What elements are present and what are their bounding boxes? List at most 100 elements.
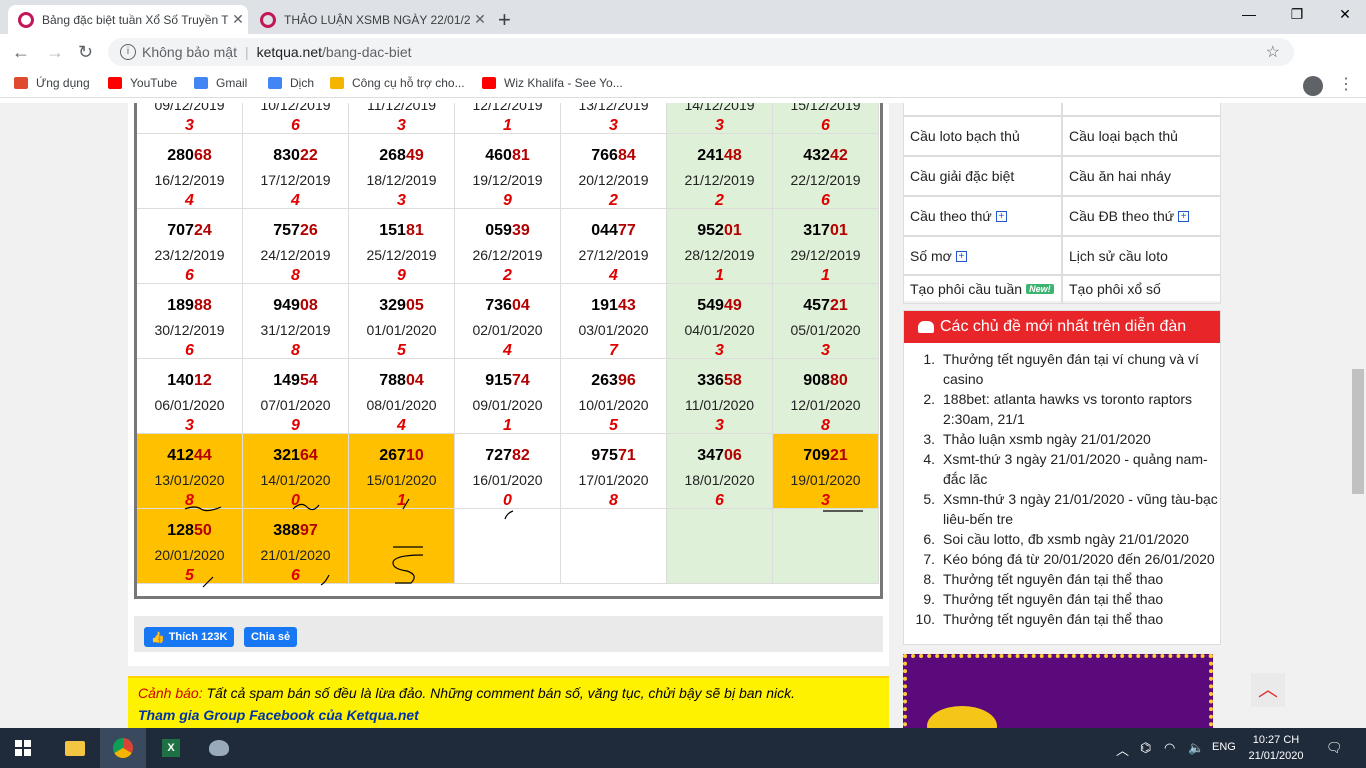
wifi-icon[interactable]: ◠ [1164,740,1175,756]
prize-number: 14012 [137,372,242,390]
expand-plus-icon[interactable]: + [955,250,967,262]
sidebar-link[interactable]: Cầu theo thứ + [903,196,1062,236]
number-tail: 96 [617,372,636,389]
number-head: 432 [803,147,830,164]
prize-number: 95201 [667,222,772,240]
draw-date: 25/12/2019 [366,247,437,263]
casino-ad-banner[interactable] [903,654,1213,728]
close-window-button[interactable]: ✕ [1330,6,1360,23]
sidebar-link[interactable]: Số mơ + [903,236,1062,276]
bookmark-item[interactable]: Công cụ hỗ trợ cho... [330,76,465,90]
excel-icon[interactable]: X [148,728,194,768]
bookmark-item[interactable]: YouTube [108,76,177,90]
sidebar-link[interactable]: Tạo phôi xổ số [1062,274,1221,304]
fb-share-button[interactable]: Chia sẻ [244,627,298,647]
number-head: 336 [697,372,724,389]
number-head: 317 [803,222,830,239]
digit-sum: 1 [503,417,512,434]
forum-topic-item[interactable]: 6. Soi cầu lotto, đb xsmb ngày 21/01/2020 [912,529,1218,549]
draw-date: 20/12/2019 [578,172,649,188]
chrome-icon[interactable] [100,728,146,768]
draw-date: 14/01/2020 [260,472,331,488]
close-tab-icon[interactable]: ✕ [228,11,248,28]
prize-cell: 26710 15/01/2020 1 [349,434,455,509]
notification-icon[interactable]: 🗨 [1326,740,1343,756]
prize-cell: 45721 05/01/2020 3 [773,284,879,359]
draw-date: 11/01/2020 [684,397,755,413]
forum-topic-item[interactable]: 2. 188bet: atlanta hawks vs toronto rapto… [912,389,1218,429]
prize-cell: 12/12/2019 1 [455,103,561,134]
address-bar[interactable]: i Không bảo mật | ketqua.net /bang-dac-b… [108,38,1294,66]
tab-bang-dac-biet[interactable]: Bảng đặc biệt tuần Xổ Số Truyền Thống ✕ [8,5,248,34]
sidebar-link[interactable]: Cầu loại bạch thủ [1062,116,1221,156]
forum-topic-item[interactable]: 5. Xsmn-thứ 3 ngày 21/01/2020 - vũng tàu-… [912,489,1218,529]
prize-cell [561,509,667,584]
scroll-to-top-button[interactable]: ︿ [1251,673,1285,707]
facebook-group-link[interactable]: Tham gia Group Facebook của Ketqua.net [138,704,879,726]
bookmark-item[interactable]: Dịch [268,76,314,90]
topic-title: Xsmn-thứ 3 ngày 21/01/2020 - vũng tàu-bạ… [943,491,1218,527]
share-label: Chia sẻ [251,631,291,643]
paint-icon[interactable] [196,728,242,768]
info-icon[interactable]: i [120,44,136,60]
maximize-button[interactable]: ❐ [1282,6,1312,23]
forum-topic-item[interactable]: 7. Kéo bóng đá từ 20/01/2020 đến 26/01/20… [912,549,1218,569]
sidebar-link[interactable]: Cầu ĐB theo thứ + [1062,196,1221,236]
digit-sum: 3 [609,117,618,134]
bookmark-item[interactable]: Ứng dụng [14,76,90,90]
minimize-button[interactable]: — [1234,6,1264,22]
draw-date: 09/12/2019 [154,103,225,113]
tab-thao-luan[interactable]: THẢO LUẬN XSMB NGÀY 22/01/2020 ✕ [250,5,490,34]
volume-icon[interactable]: 🔈 [1188,740,1204,756]
windows-icon [15,740,31,756]
fb-like-button[interactable]: 👍 Thích 123K [144,627,235,647]
bookmark-item[interactable]: Gmail [194,76,247,90]
reload-icon[interactable]: ↻ [78,42,93,63]
number-tail: 54 [299,372,318,389]
clock[interactable]: 10:27 CH 21/01/2020 [1246,732,1306,764]
forum-topic-item[interactable]: 10. Thưởng tết nguyên đán tại thể thao [912,609,1218,629]
prize-number: 94908 [243,297,348,315]
new-tab-button[interactable]: + [498,7,511,33]
forum-topic-item[interactable]: 8. Thưởng tết nguyên đán tại thể thao [912,569,1218,589]
number-head: 347 [697,447,724,464]
sidebar-link[interactable]: Cầu giải đặc biệt [903,156,1062,196]
forum-topic-item[interactable]: 4. Xsmt-thứ 3 ngày 21/01/2020 - quảng nam… [912,449,1218,489]
back-icon[interactable]: ← [12,42,30,63]
language-indicator[interactable]: ENG [1212,741,1236,753]
digit-sum: 8 [821,417,830,434]
expand-plus-icon[interactable]: + [1178,210,1190,222]
digit-sum: 6 [291,117,300,134]
scrollbar-thumb[interactable] [1352,369,1364,494]
forum-topic-item[interactable]: 3. Thảo luận xsmb ngày 21/01/2020 [912,429,1218,449]
forum-topic-item[interactable]: 9. Thưởng tết nguyên đán tại thể thao [912,589,1218,609]
prize-number: 34706 [667,447,772,465]
sidebar-link[interactable]: Cầu loto bạch thủ [903,116,1062,156]
prize-cell: 95201 28/12/2019 1 [667,209,773,284]
forum-topic-item[interactable]: 1. Thưởng tết nguyên đán tại ví chung và … [912,349,1218,389]
bookmark-favicon-icon [268,77,282,89]
prize-number: 19143 [561,297,666,315]
bookmark-star-icon[interactable]: ☆ [1266,42,1280,62]
start-button[interactable] [0,728,46,768]
tray-arrow-icon[interactable]: ︿ [1116,740,1129,759]
forward-icon[interactable]: → [46,42,64,63]
clock-time: 10:27 CH [1252,734,1300,746]
file-explorer-icon[interactable] [52,728,98,768]
topic-title: Thưởng tết nguyên đán tại thể thao [943,571,1164,587]
digit-sum: 4 [609,267,618,284]
close-tab-icon[interactable]: ✕ [470,11,490,28]
sidebar-link[interactable]: Cầu ăn hai nháy [1062,156,1221,196]
bookmark-item[interactable]: Wiz Khalifa - See Yo... [482,76,623,90]
prize-cell: 24148 21/12/2019 2 [667,134,773,209]
prize-cell: 10/12/2019 6 [243,103,349,134]
sidebar-link[interactable]: Lịch sử cầu loto [1062,236,1221,276]
sidebar-link[interactable]: Tạo phôi cầu tuần New! [903,274,1062,304]
prize-cell: 13/12/2019 3 [561,103,667,134]
network-icon[interactable]: ⌬ [1140,740,1151,756]
digit-sum: 4 [503,342,512,359]
number-head: 915 [485,372,512,389]
draw-date: 16/12/2019 [154,172,225,188]
page-content: 09/12/2019 3 10/12/2019 6 11/12/2019 3 12/12/2… [0,103,1350,728]
expand-plus-icon[interactable]: + [995,210,1007,222]
